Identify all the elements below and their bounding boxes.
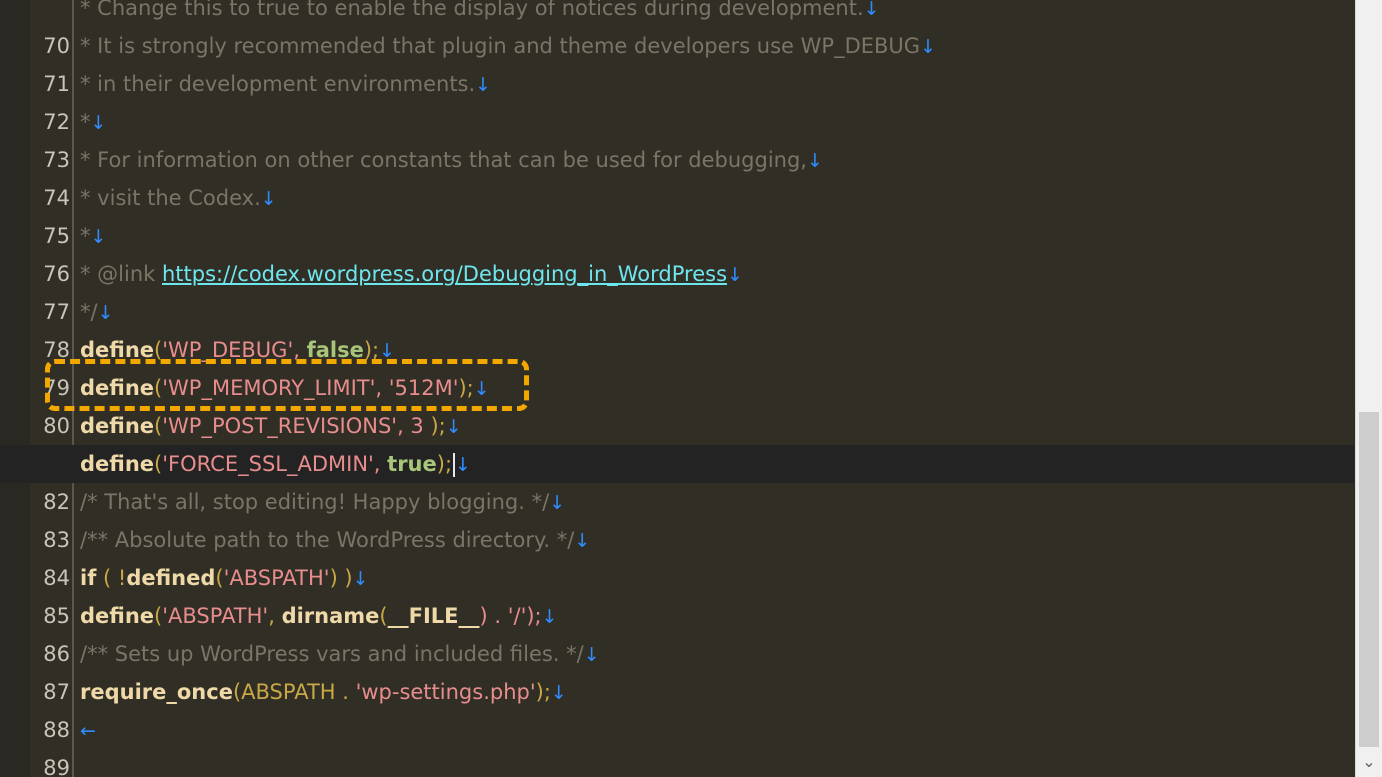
- separator: ,: [268, 604, 282, 628]
- eol-marker: ↓: [550, 682, 567, 704]
- code-line[interactable]: 73 *↓: [0, 103, 1354, 172]
- eol-marker: ↓: [806, 150, 823, 172]
- function-name: require_once: [80, 680, 233, 704]
- line-number: 89: [43, 756, 70, 777]
- code-line[interactable]: 83 /* That's all, stop editing! Happy bl…: [0, 483, 1354, 552]
- scroll-down-arrow-icon[interactable]: ⌄: [1356, 749, 1382, 775]
- code-line[interactable]: 77 * @link https://codex.wordpress.org/D…: [0, 255, 1354, 324]
- eol-marker: ↓: [727, 264, 743, 286]
- code-line[interactable]: 89 ←: [0, 711, 1354, 777]
- paren: (: [215, 566, 224, 590]
- boolean: true: [387, 452, 437, 476]
- function-name: defined: [126, 566, 216, 590]
- function-name: dirname: [281, 604, 380, 628]
- scrollbar-thumb[interactable]: [1359, 412, 1379, 747]
- paren: ( !: [96, 566, 127, 590]
- function-name: define: [80, 452, 155, 476]
- paren-close: ) . '/');: [479, 604, 542, 628]
- code-editor[interactable]: 70 * Change this to true to enable the d…: [0, 0, 1382, 777]
- eol-marker: ↓: [97, 302, 114, 324]
- comment-text: * It is strongly recommended that plugin…: [80, 34, 921, 58]
- string-args: 'FORCE_SSL_ADMIN',: [162, 452, 388, 476]
- code-line[interactable]: 88 require_once(ABSPATH . 'wp-settings.p…: [0, 673, 1354, 742]
- code-line[interactable]: 81 define('WP_POST_REVISIONS', 3 );↓: [0, 407, 1354, 476]
- codex-link[interactable]: https://codex.wordpress.org/Debugging_in…: [162, 262, 727, 286]
- code-line[interactable]: 71 * It is strongly recommended that plu…: [0, 27, 1354, 96]
- eol-marker: ↓: [475, 74, 492, 96]
- comment-text: /** Absolute path to the WordPress direc…: [80, 528, 575, 552]
- eol-marker: ↓: [863, 0, 880, 20]
- eol-marker: ↓: [90, 112, 107, 134]
- keyword: if: [80, 566, 97, 590]
- code-line[interactable]: 85 if ( !defined('ABSPATH') )↓: [0, 559, 1354, 628]
- eol-marker: ↓: [90, 226, 107, 248]
- paren-close: ) ): [329, 566, 353, 590]
- code-line[interactable]: 84 /** Absolute path to the WordPress di…: [0, 521, 1354, 590]
- eol-marker: ↓: [260, 188, 277, 210]
- eof-marker: ←: [80, 720, 96, 742]
- code-line[interactable]: 70 * Change this to true to enable the d…: [0, 0, 1354, 58]
- code-line[interactable]: 76 *↓: [0, 217, 1354, 286]
- comment-text: * @link: [80, 262, 162, 286]
- string-args: 'WP_POST_REVISIONS', 3: [162, 414, 431, 438]
- magic-constant: __FILE__: [387, 604, 480, 628]
- constant-expr: ABSPATH .: [241, 680, 356, 704]
- code-line[interactable]: 78 */↓: [0, 293, 1354, 362]
- string-literal: 'wp-settings.php': [355, 680, 536, 704]
- eol-marker: ↓: [920, 36, 936, 58]
- code-line[interactable]: 86 define('ABSPATH', dirname(__FILE__) .…: [0, 597, 1354, 666]
- vertical-scrollbar[interactable]: ⌄: [1355, 0, 1382, 777]
- function-name: define: [80, 414, 155, 438]
- comment-text: /** Sets up WordPress vars and included …: [80, 642, 584, 666]
- eol-marker: ↓: [574, 530, 591, 552]
- paren: (: [379, 604, 388, 628]
- eol-marker: ↓: [352, 568, 369, 590]
- eol-marker: ↓: [549, 492, 566, 514]
- string-literal: 'ABSPATH': [162, 604, 269, 628]
- function-name: define: [80, 604, 155, 628]
- eol-marker: ↓: [455, 454, 471, 476]
- paren-close: );: [535, 680, 551, 704]
- eol-marker: ↓: [445, 416, 462, 438]
- eol-marker: ↓: [583, 644, 600, 666]
- comment-text: * For information on other constants tha…: [80, 148, 807, 172]
- paren-close: );: [430, 414, 446, 438]
- comment-text: /* That's all, stop editing! Happy blogg…: [80, 490, 550, 514]
- comment-text: * in their development environments.: [80, 72, 476, 96]
- comment-text: */: [80, 300, 98, 324]
- comment-text: * visit the Codex.: [80, 186, 261, 210]
- paren: (: [232, 680, 242, 704]
- comment-text: *: [80, 224, 91, 248]
- code-line[interactable]: 87 /** Sets up WordPress vars and includ…: [0, 635, 1354, 704]
- highlight-annotation-box: [45, 359, 529, 411]
- code-line[interactable]: 75 * visit the Codex.↓: [0, 179, 1354, 248]
- eol-marker: ↓: [541, 606, 558, 628]
- current-code-line[interactable]: 82 define('FORCE_SSL_ADMIN', true); ↓: [0, 445, 1354, 514]
- paren-close: );: [436, 452, 453, 476]
- code-line[interactable]: 72 * in their development environments.↓: [0, 65, 1354, 134]
- code-line[interactable]: 74 * For information on other constants …: [0, 141, 1354, 210]
- comment-text: * Change this to true to enable the disp…: [80, 0, 864, 20]
- comment-text: *: [80, 110, 91, 134]
- string-literal: 'ABSPATH': [223, 566, 330, 590]
